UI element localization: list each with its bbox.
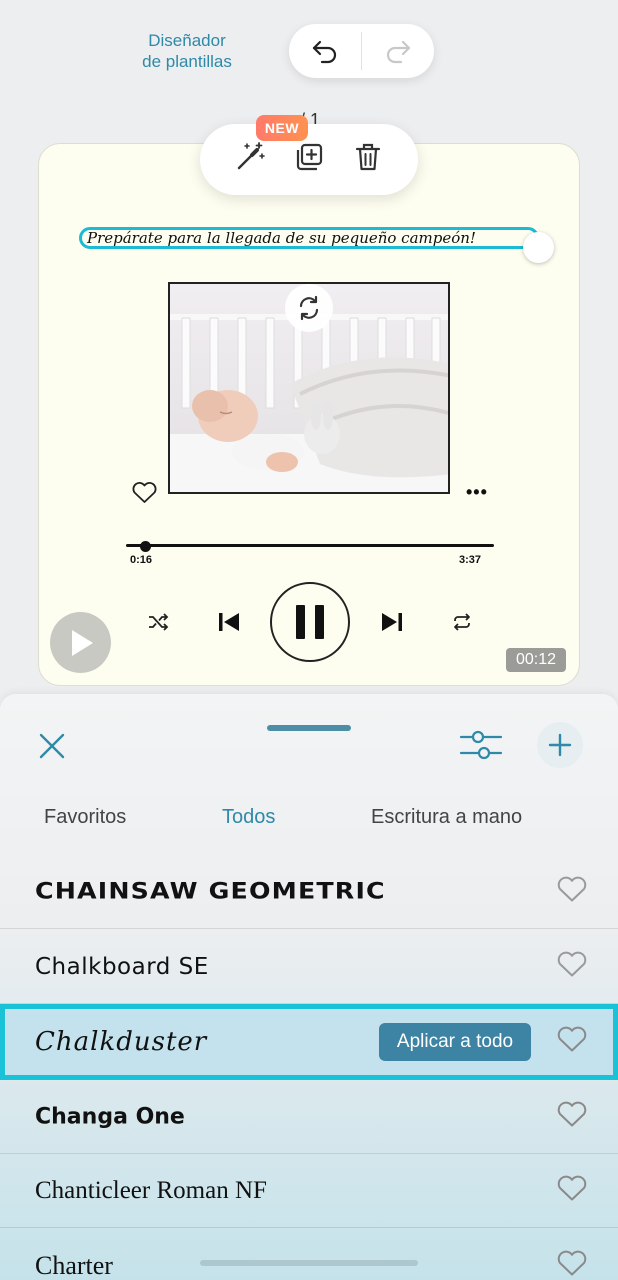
tab-favoritos[interactable]: Favoritos (44, 806, 126, 829)
font-row-chanticleer-roman-nf[interactable]: Chanticleer Roman NF (0, 1154, 618, 1228)
video-duration-badge: 00:12 (506, 648, 566, 672)
undo-icon (312, 40, 337, 64)
undo-button[interactable] (289, 24, 361, 78)
undo-redo-group (289, 24, 434, 78)
tab-todos[interactable]: Todos (222, 806, 275, 829)
refresh-icon (299, 295, 319, 321)
font-name: Chalkboard SE (35, 953, 209, 980)
delete-button[interactable] (351, 140, 385, 179)
home-indicator (200, 1260, 418, 1266)
redo-icon (386, 40, 411, 64)
resize-handle[interactable] (523, 232, 554, 263)
font-row-chalkduster[interactable]: Chalkduster Aplicar a todo (0, 1004, 618, 1080)
more-options-icon: ••• (466, 482, 488, 502)
font-category-tabs: Favoritos Todos Escritura a mano (0, 806, 618, 832)
tab-escritura-a-mano[interactable]: Escritura a mano (371, 806, 522, 829)
font-name: Chanticleer Roman NF (35, 1176, 267, 1204)
previous-track-icon (215, 608, 243, 636)
close-button[interactable] (36, 730, 68, 767)
progress-track (126, 544, 494, 547)
template-designer-link[interactable]: Diseñador de plantillas (112, 30, 262, 72)
duplicate-icon (296, 143, 323, 171)
font-name: Changa One (35, 1104, 185, 1129)
progress-knob (140, 541, 151, 552)
shuffle-icon (146, 610, 170, 634)
play-icon (71, 629, 93, 656)
heart-icon[interactable] (556, 1100, 588, 1133)
elapsed-time: 0:16 (130, 554, 153, 566)
font-row-charter[interactable]: Charter (0, 1229, 618, 1280)
heart-icon[interactable] (556, 1250, 588, 1280)
add-font-button[interactable] (537, 722, 583, 768)
heart-icon (131, 481, 158, 510)
pause-icon (296, 605, 324, 639)
heart-icon[interactable] (556, 875, 588, 908)
heart-icon[interactable] (556, 1174, 588, 1207)
caption-text-box[interactable]: Prepárate para la llegada de su pequeño … (79, 227, 539, 249)
font-row-chalkboard-se[interactable]: Chalkboard SE (0, 930, 618, 1004)
font-name: Charter (35, 1251, 113, 1280)
heart-icon[interactable] (556, 1026, 588, 1059)
filter-button[interactable] (458, 728, 504, 767)
heart-icon[interactable] (556, 950, 588, 983)
next-track-icon (378, 608, 406, 636)
close-icon (39, 733, 65, 759)
sheet-grabber[interactable] (267, 725, 351, 731)
repeat-icon (450, 610, 474, 634)
font-row-changa-one[interactable]: Changa One (0, 1080, 618, 1154)
magic-wand-icon (237, 142, 265, 170)
apply-to-all-button[interactable]: Aplicar a todo (379, 1023, 531, 1061)
font-row-chainsaw-geometric[interactable]: CHAINSAW GEOMETRIC (0, 855, 618, 929)
pause-button (270, 582, 350, 662)
font-name: Chalkduster (35, 1027, 208, 1057)
preview-play-button[interactable] (50, 612, 111, 673)
duplicate-button[interactable] (292, 140, 326, 179)
element-toolbar (200, 124, 418, 195)
plus-icon (548, 733, 572, 757)
font-name: CHAINSAW GEOMETRIC (35, 879, 386, 904)
sliders-icon (459, 730, 503, 760)
new-badge: NEW (256, 115, 308, 141)
caption-text: Prepárate para la llegada de su pequeño … (87, 229, 476, 247)
trash-icon (356, 143, 381, 171)
designer-link-line2: de plantillas (142, 52, 232, 71)
designer-link-line1: Diseñador (148, 31, 226, 50)
total-time: 3:37 (459, 554, 482, 566)
magic-wand-button[interactable] (233, 140, 267, 179)
redo-button[interactable] (362, 24, 434, 78)
replace-media-button[interactable] (285, 284, 333, 332)
